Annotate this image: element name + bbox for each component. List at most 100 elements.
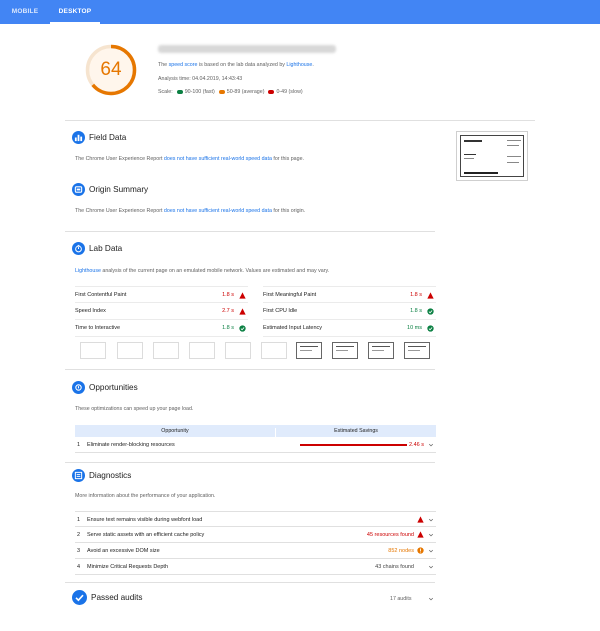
chevron-down-icon[interactable]: [428, 548, 434, 554]
performance-score: 64: [100, 59, 122, 80]
analysis-time: Analysis time: 04.04.2019, 14:43:43: [158, 76, 243, 82]
text: The: [158, 62, 169, 68]
opportunities-icon: [72, 381, 85, 394]
field-data-description: The Chrome User Experience Report does n…: [75, 156, 304, 162]
tab-mobile[interactable]: MOBILE: [0, 0, 50, 24]
scale-fast: 90-100 (fast): [184, 89, 215, 95]
passed-audits-count: 17 audits: [390, 596, 412, 602]
row-number: 4: [77, 564, 81, 570]
text: .: [312, 62, 314, 68]
filmstrip-frame: [332, 342, 358, 359]
row-number: 3: [77, 548, 81, 554]
metric-time-to-interactive: Time to Interactive 1.8 s: [75, 320, 248, 337]
metric-name: Time to Interactive: [75, 325, 121, 331]
filmstrip-frame: [225, 342, 251, 359]
warning-triangle-icon: [417, 531, 424, 538]
passed-audits-title[interactable]: Passed audits: [91, 593, 142, 602]
lighthouse-link[interactable]: Lighthouse: [286, 62, 312, 68]
opportunities-table-header: Opportunity Estimated Savings: [75, 425, 436, 440]
warning-triangle-icon: [417, 516, 424, 523]
chevron-down-icon[interactable]: [428, 442, 434, 448]
scale-average: 50-89 (average): [226, 89, 265, 95]
check-circle-icon: [427, 325, 434, 332]
diagnostics-icon: [72, 469, 85, 482]
average-dot-icon: [218, 89, 225, 94]
scale-label: Scale:: [158, 89, 173, 95]
text: is based on the lab data analyzed by: [197, 62, 287, 68]
divider: [65, 582, 435, 583]
metric-value: 10 ms: [407, 325, 422, 331]
page-screenshot-thumbnail: [456, 131, 528, 181]
warning-triangle-icon: [239, 292, 246, 299]
metric-name: Speed Index: [75, 308, 106, 314]
text: for this origin.: [271, 208, 306, 214]
score-explanation: The speed score is based on the lab data…: [158, 62, 314, 68]
filmstrip-frame: [80, 342, 106, 359]
scale-slow: 0-49 (slow): [276, 89, 303, 95]
metric-value: 1.8 s: [410, 308, 422, 314]
fast-dot-icon: [176, 89, 183, 94]
origin-summary-link[interactable]: does not have sufficient real-world spee…: [164, 208, 272, 214]
diagnostic-text: Serve static assets with an efficient ca…: [87, 532, 205, 538]
check-circle-icon: [239, 325, 246, 332]
text: for this page.: [271, 156, 304, 162]
metric-name: First Contentful Paint: [75, 292, 127, 298]
row-number: 2: [77, 532, 81, 538]
top-tab-bar: MOBILE DESKTOP: [0, 0, 600, 24]
text: analysis of the current page on an emula…: [100, 268, 330, 274]
metric-value: 1.8 s: [222, 325, 234, 331]
metric-name: First Meaningful Paint: [263, 292, 317, 298]
diagnostic-row[interactable]: 4 Minimize Critical Requests Depth 43 ch…: [75, 559, 436, 575]
speed-score-link[interactable]: speed score: [169, 62, 198, 68]
opportunity-text: Eliminate render-blocking resources: [87, 442, 175, 448]
divider: [65, 369, 435, 370]
lab-data-description: Lighthouse analysis of the current page …: [75, 268, 329, 274]
diagnostics-title: Diagnostics: [89, 471, 132, 480]
column-opportunity: Opportunity: [161, 428, 189, 434]
blurred-url: [158, 45, 336, 53]
diagnostic-text: Avoid an excessive DOM size: [87, 548, 160, 554]
check-circle-icon: [72, 590, 87, 605]
diagnostic-row[interactable]: 1 Ensure text remains visible during web…: [75, 511, 436, 527]
filmstrip-frame: [368, 342, 394, 359]
metric-first-contentful-paint: First Contentful Paint 1.8 s: [75, 286, 248, 303]
row-number: 1: [77, 442, 81, 448]
diagnostics-description: More information about the performance o…: [75, 493, 216, 499]
lab-data-title: Lab Data: [89, 244, 123, 253]
opportunities-description: These optimizations can speed up your pa…: [75, 406, 194, 412]
savings-value: 2.46 s: [409, 442, 424, 448]
filmstrip-frame: [296, 342, 322, 359]
metric-name: Estimated Input Latency: [263, 325, 323, 331]
slow-dot-icon: [268, 89, 275, 94]
filmstrip-frame: [261, 342, 287, 359]
field-data-link[interactable]: does not have sufficient real-world spee…: [164, 156, 272, 162]
score-scale: Scale: 90-100 (fast) 50-89 (average) 0-49 (…: [158, 89, 303, 95]
chevron-down-icon[interactable]: [428, 532, 434, 538]
metric-first-meaningful-paint: First Meaningful Paint 1.8 s: [263, 286, 436, 303]
chevron-down-icon[interactable]: [428, 564, 434, 570]
diagnostic-value: 852 nodes: [388, 548, 414, 554]
diagnostic-row[interactable]: 2 Serve static assets with an efficient …: [75, 527, 436, 543]
tab-desktop[interactable]: DESKTOP: [50, 0, 100, 24]
metric-value: 1.8 s: [410, 292, 422, 298]
metric-name: First CPU Idle: [263, 308, 298, 314]
chevron-down-icon[interactable]: [428, 517, 434, 523]
diagnostic-text: Ensure text remains visible during webfo…: [87, 517, 203, 523]
diagnostic-text: Minimize Critical Requests Depth: [87, 564, 168, 570]
chevron-down-icon[interactable]: [428, 596, 434, 602]
opportunities-title: Opportunities: [89, 383, 138, 392]
diagnostic-row[interactable]: 3 Avoid an excessive DOM size 852 nodes: [75, 543, 436, 559]
check-circle-icon: [427, 308, 434, 315]
divider: [65, 231, 435, 232]
lighthouse-link[interactable]: Lighthouse: [75, 268, 101, 274]
filmstrip-frame: [404, 342, 430, 359]
diagnostic-value: 45 resources found: [366, 532, 414, 538]
lab-data-icon: [72, 242, 85, 255]
filmstrip-frame: [153, 342, 179, 359]
filmstrip-frame: [189, 342, 215, 359]
savings-bar: [300, 444, 407, 446]
origin-summary-description: The Chrome User Experience Report does n…: [75, 208, 305, 214]
tab-desktop-label: DESKTOP: [58, 8, 92, 15]
opportunity-row[interactable]: 1 Eliminate render-blocking resources 2.…: [75, 438, 436, 453]
field-data-icon: [72, 131, 85, 144]
